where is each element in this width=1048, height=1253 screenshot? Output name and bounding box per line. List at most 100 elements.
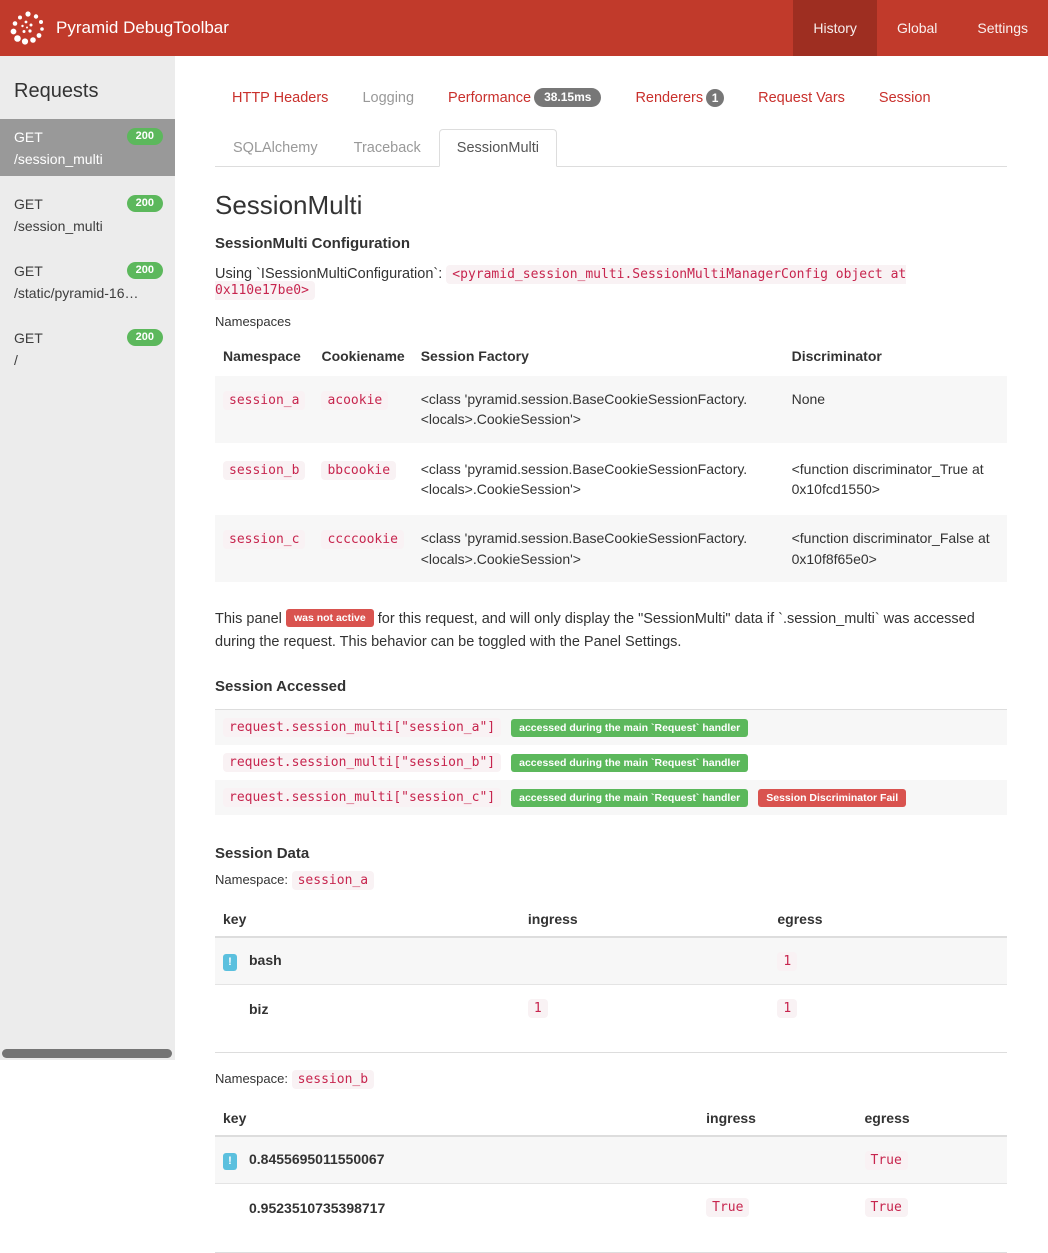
key-cell: biz [249,1001,269,1018]
ingress-cell [698,1136,856,1183]
key-cell: 0.9523510735398717 [249,1200,386,1217]
tab-sessionmulti[interactable]: SessionMulti [438,129,557,168]
column-header: egress [864,1110,910,1127]
nav-settings[interactable]: Settings [957,0,1048,56]
divider [215,1052,1007,1054]
namespace-code: session_c [223,530,306,550]
config-heading: SessionMulti Configuration [215,235,410,253]
namespace-code: session_a [291,871,375,891]
column-header: ingress [706,1110,756,1127]
panel-tabs-row2: SQLAlchemy Traceback SessionMulti [215,129,1007,168]
table-row: biz 1 1 [215,984,1007,1032]
tab-renderers[interactable]: Renderers 1 [618,81,741,115]
table-row: ! bash 1 [215,937,1007,985]
request-method: GET [14,329,43,346]
request-method: GET [14,195,43,212]
discriminator-cell: None [791,391,826,408]
session-accessed-list: request.session_multi["session_a"] acces… [215,709,1007,816]
column-header: Session Factory [420,348,529,365]
column-header: egress [777,911,823,928]
table-row: 0.9523510735398717 True True [215,1183,1007,1231]
tab-traceback: Traceback [353,140,421,157]
discriminator-fail-badge: Session Discriminator Fail [758,788,907,808]
request-path: /session_multi [14,218,103,234]
discriminator-cell: <function discriminator_True at 0x10fcd1… [791,460,984,498]
egress-cell: 1 [769,937,1007,984]
request-item[interactable]: GET 200 /static/pyramid-16… [0,253,175,310]
request-item[interactable]: GET 200 /session_multi [0,186,175,243]
session-data-table: key ingress egress ! 0.8455695011550067 T… [215,1101,1007,1230]
accessed-success-badge: accessed during the main `Request` handl… [511,753,749,773]
sidebar-title: Requests [14,80,99,102]
session-data-table: key ingress egress ! bash 1 biz 1 1 [215,902,1007,1031]
accessed-code: request.session_multi["session_c"] [223,788,502,808]
table-row: session_b bbcookie <class 'pyramid.sessi… [215,444,1007,514]
config-label: Using `ISessionMultiConfiguration`: [215,266,443,283]
namespace-label: Namespace: [215,1071,288,1087]
column-header: Cookiename [321,348,405,365]
table-row: ! 0.8455695011550067 True [215,1136,1007,1184]
nav-history[interactable]: History [793,0,877,56]
session-data-block: Namespace: session_b key ingress egress … [215,1070,1007,1253]
divider [215,1251,1007,1253]
session-accessed-heading: Session Accessed [215,678,347,696]
app-title: Pyramid DebugToolbar [56,18,229,37]
egress-cell: True [857,1136,1007,1183]
namespace-code: session_b [223,460,306,480]
table-header-row: key ingress egress [215,1101,1007,1137]
session-factory-cell: <class 'pyramid.session.BaseCookieSessio… [420,530,748,567]
ingress-cell: 1 [520,985,769,1032]
namespaces-table: Namespace Cookiename Session Factory Dis… [215,339,1007,582]
namespace-label: Namespace: [215,872,288,888]
namespaces-label: Namespaces [215,314,291,330]
cookiename-code: bbcookie [321,460,397,480]
tab-performance[interactable]: Performance 38.15ms [431,80,618,115]
requests-sidebar: Requests GET 200 /session_multi GET 200 … [0,56,175,1060]
tab-http-headers[interactable]: HTTP Headers [215,82,345,114]
tab-request-vars[interactable]: Request Vars [741,82,862,114]
table-row: session_a acookie <class 'pyramid.sessio… [215,374,1007,445]
egress-cell: True [857,1184,1007,1231]
request-item[interactable]: GET 200 / [0,320,175,377]
request-path: / [14,352,18,368]
session-factory-cell: <class 'pyramid.session.BaseCookieSessio… [420,460,748,498]
config-line: Using `ISessionMultiConfiguration`: <pyr… [215,265,1007,301]
column-header: Namespace [223,348,301,365]
header: Pyramid DebugToolbar History Global Sett… [0,0,1048,56]
request-method: GET [14,262,43,279]
tab-session[interactable]: Session [862,82,948,114]
was-not-active-badge: was not active [285,608,374,628]
key-cell: bash [249,952,282,969]
session-data-block: Namespace: session_a key ingress egress … [215,871,1007,1054]
status-badge: 200 [126,262,163,279]
main-content: HTTP Headers Logging Performance 38.15ms … [175,56,1048,1253]
session-data-heading: Session Data [215,845,310,863]
performance-time-badge: 38.15ms [534,88,602,108]
session-factory-cell: <class 'pyramid.session.BaseCookieSessio… [420,391,748,428]
namespace-code: session_a [223,391,306,411]
status-badge: 200 [126,329,163,346]
request-path: /session_multi [14,151,103,167]
tab-logging: Logging [362,89,415,106]
column-header: Discriminator [791,348,882,365]
column-header: key [223,1110,247,1127]
request-item[interactable]: GET 200 /session_multi [0,119,175,176]
accessed-code: request.session_multi["session_a"] [223,718,502,738]
ingress-cell [520,937,769,984]
cookiename-code: acookie [321,391,389,411]
accessed-success-badge: accessed during the main `Request` handl… [511,788,749,808]
tab-sqlalchemy: SQLAlchemy [233,140,318,157]
table-header-row: Namespace Cookiename Session Factory Dis… [215,339,1007,375]
panel-title: SessionMulti [215,190,363,221]
accessed-success-badge: accessed during the main `Request` handl… [511,718,749,738]
request-path: /static/pyramid-16… [14,285,139,301]
discriminator-cell: <function discriminator_False at 0x10f8f… [791,530,990,567]
egress-cell: 1 [769,985,1007,1032]
nav-global[interactable]: Global [877,0,957,56]
header-nav: History Global Settings [793,0,1048,56]
info-icon: ! [223,1153,237,1171]
accessed-row: request.session_multi["session_c"] acces… [215,780,1007,816]
status-badge: 200 [126,195,163,212]
pyramid-logo-icon [8,8,48,48]
horizontal-scrollbar-thumb[interactable] [2,1049,172,1058]
